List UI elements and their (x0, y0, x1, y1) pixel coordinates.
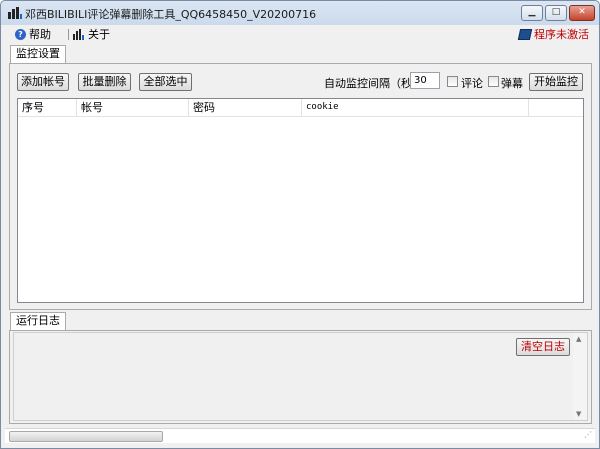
scroll-down-icon[interactable]: ▼ (576, 410, 581, 418)
menu-help-label: 帮助 (29, 28, 51, 41)
about-bars-icon (73, 28, 84, 40)
minimize-icon: ▁ (528, 7, 536, 17)
window-title: 邓西BILIBILI评论弹幕删除工具_QQ6458450_V20200716 (25, 8, 317, 21)
horizontal-scrollbar[interactable]: ⋰ (5, 428, 595, 443)
account-table[interactable]: 序号 帐号 密码 cookie (17, 98, 584, 303)
maximize-icon: □ (551, 7, 561, 17)
clear-log-button[interactable]: 清空日志 (516, 338, 570, 356)
menu-separator (68, 29, 69, 40)
batch-delete-button[interactable]: 批量删除 (78, 73, 131, 91)
activation-status[interactable]: 程序未激活 (517, 26, 589, 42)
help-icon: ? (15, 28, 26, 40)
resize-grip-icon[interactable]: ⋰ (584, 430, 592, 439)
activation-status-label: 程序未激活 (534, 28, 589, 41)
title-bar: 邓西BILIBILI评论弹幕删除工具_QQ6458450_V20200716 ▁… (1, 1, 599, 25)
column-header-cookie[interactable]: cookie (302, 99, 529, 116)
minimize-button[interactable]: ▁ (521, 5, 543, 21)
interval-label: 自动监控间隔（秒） (324, 77, 423, 90)
danmaku-label: 弹幕 (501, 77, 523, 90)
app-logo-icon (8, 7, 22, 19)
add-account-button[interactable]: 添加帐号 (17, 73, 69, 91)
main-window: 邓西BILIBILI评论弹幕删除工具_QQ6458450_V20200716 ▁… (0, 0, 600, 449)
tab-run-log-label: 运行日志 (16, 314, 60, 327)
tab-monitor-settings[interactable]: 监控设置 (10, 45, 66, 64)
menu-bar: ? 帮助 关于 程序未激活 (1, 25, 599, 43)
column-header-filler (529, 99, 583, 116)
column-header-account[interactable]: 帐号 (77, 99, 189, 116)
column-header-index[interactable]: 序号 (18, 99, 77, 116)
maximize-button[interactable]: □ (545, 5, 567, 21)
comment-label: 评论 (461, 77, 483, 90)
close-icon: ✕ (578, 7, 586, 17)
menu-about[interactable]: 关于 (73, 26, 110, 42)
comment-checkbox[interactable] (447, 76, 458, 87)
menu-help[interactable]: ? 帮助 (15, 26, 51, 42)
horizontal-scroll-thumb[interactable] (9, 431, 163, 442)
tab-monitor-settings-label: 监控设置 (16, 47, 60, 60)
column-header-password[interactable]: 密码 (189, 99, 302, 116)
menu-about-label: 关于 (88, 28, 110, 41)
log-scrollbar[interactable]: ▲ ▼ (573, 333, 587, 420)
book-icon (517, 28, 533, 40)
start-monitor-button[interactable]: 开始监控 (529, 73, 583, 91)
table-header: 序号 帐号 密码 cookie (18, 99, 583, 117)
log-textarea[interactable]: 清空日志 ▲ ▼ (13, 332, 588, 421)
select-all-button[interactable]: 全部选中 (139, 73, 192, 91)
close-button[interactable]: ✕ (569, 5, 595, 21)
scroll-up-icon[interactable]: ▲ (576, 335, 581, 343)
danmaku-checkbox[interactable] (488, 76, 499, 87)
tab-run-log[interactable]: 运行日志 (10, 312, 66, 331)
interval-input[interactable]: 30 (410, 72, 440, 89)
